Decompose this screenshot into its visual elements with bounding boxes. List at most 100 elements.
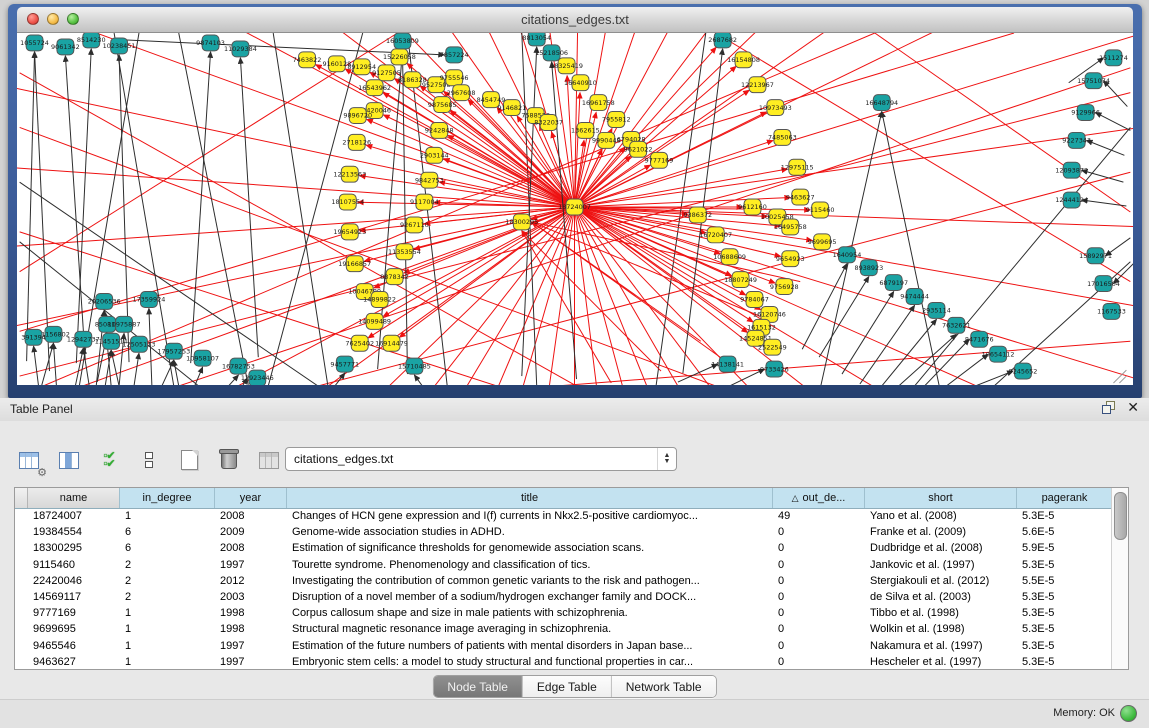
column-header-pagerank[interactable]: pagerank (1017, 488, 1113, 508)
cell-in_degree[interactable]: 2 (125, 573, 212, 589)
cell-short[interactable]: Franke et al. (2009) (870, 524, 1014, 540)
table-row[interactable]: 977716911998Corpus callosum shape and si… (15, 605, 1112, 621)
column-header-name[interactable]: name (28, 488, 120, 508)
graph-node-teal[interactable]: 15710485 (398, 358, 431, 374)
citation-edge-black[interactable] (42, 343, 54, 385)
graph-node-yellow[interactable]: 9463627 (786, 189, 815, 205)
cell-year[interactable]: 2008 (220, 508, 284, 524)
graph-node-yellow[interactable]: 19654923 (333, 224, 366, 240)
citation-edge-red[interactable] (575, 33, 1076, 207)
citation-edge-black[interactable] (34, 346, 39, 385)
cell-out_de...[interactable]: 49 (778, 508, 862, 524)
column-header-title[interactable]: title (287, 488, 773, 508)
cell-name[interactable]: 14569117 (33, 589, 117, 605)
cell-name[interactable]: 9699695 (33, 621, 117, 637)
graph-node-teal[interactable]: 15751074 (1077, 73, 1110, 89)
cell-out_de...[interactable]: 0 (778, 638, 862, 654)
graph-node-teal[interactable]: 8813054 (522, 33, 551, 46)
table-row[interactable]: 2242004622012Investigating the contribut… (15, 573, 1112, 589)
column-header-in_degree[interactable]: in_degree (120, 488, 215, 508)
citation-edge-red[interactable] (875, 33, 1131, 212)
cell-title[interactable]: Tourette syndrome. Phenomenology and cla… (292, 557, 770, 573)
citation-edge-black[interactable] (414, 375, 422, 385)
cell-short[interactable]: Jankovic et al. (1997) (870, 557, 1014, 573)
citation-edge-black[interactable] (228, 375, 238, 385)
graph-node-yellow[interactable]: 9699695 (808, 234, 837, 250)
cell-short[interactable]: Dudbridge et al. (2008) (870, 540, 1014, 556)
cell-name[interactable]: 19384554 (33, 524, 117, 540)
cell-out_de...[interactable]: 0 (778, 621, 862, 637)
table-row[interactable]: 946554611997Estimation of the future num… (15, 638, 1112, 654)
graph-node-teal[interactable]: 16648794 (865, 95, 898, 111)
cell-title[interactable]: Embryonic stem cells: a model to study s… (292, 654, 770, 669)
float-panel-icon[interactable] (1102, 401, 1115, 414)
cell-title[interactable]: Investigating the contribution of common… (292, 573, 770, 589)
citation-edge-black[interactable] (975, 371, 1013, 385)
cell-short[interactable]: Hescheler et al. (1997) (870, 654, 1014, 669)
tab-edge-table[interactable]: Edge Table (523, 676, 612, 697)
graph-node-teal[interactable]: 6879197 (879, 275, 908, 291)
citation-edge-black[interactable] (882, 319, 937, 385)
canvas-resize-grip[interactable] (1119, 376, 1126, 383)
graph-node-teal[interactable]: 16053809 (386, 33, 419, 49)
citation-edge-black[interactable] (35, 52, 50, 371)
graph-node-yellow[interactable]: 16640910 (564, 75, 597, 91)
graph-node-teal[interactable]: 9733426 (760, 361, 789, 377)
show-columns-icon[interactable] (54, 445, 84, 475)
cell-out_de...[interactable]: 0 (778, 524, 862, 540)
column-header-out_de...[interactable]: △out_de... (773, 488, 865, 508)
graph-node-teal[interactable]: 15892971 (1079, 248, 1112, 264)
delete-rows-icon[interactable] (214, 445, 244, 475)
cell-title[interactable]: Estimation of the future numbers of pati… (292, 638, 770, 654)
cell-year[interactable]: 1998 (220, 621, 284, 637)
graph-node-teal[interactable]: 1167533 (1097, 303, 1126, 319)
cell-out_de...[interactable]: 0 (778, 654, 862, 669)
cell-in_degree[interactable]: 1 (125, 605, 212, 621)
cell-year[interactable]: 1998 (220, 605, 284, 621)
cell-short[interactable]: Stergiakouli et al. (2012) (870, 573, 1014, 589)
table-row[interactable]: 1830029562008Estimation of significance … (15, 540, 1112, 556)
graph-node-teal[interactable]: 9245652 (1009, 363, 1038, 379)
citation-edge-red[interactable] (575, 207, 660, 385)
cell-short[interactable]: de Silva et al. (2003) (870, 589, 1014, 605)
citation-edge-black[interactable] (195, 367, 203, 385)
graph-node-yellow[interactable]: 18300295 (505, 214, 538, 230)
table-settings-icon[interactable]: ⚙ (14, 445, 44, 475)
cell-pagerank[interactable]: 5.3E-5 (1022, 557, 1110, 573)
graph-node-teal[interactable]: 8938923 (854, 260, 883, 276)
graph-node-teal[interactable]: 7632621 (942, 317, 971, 333)
graph-node-yellow[interactable]: 7485063 (768, 129, 797, 145)
cell-year[interactable]: 1997 (220, 638, 284, 654)
cell-in_degree[interactable]: 6 (125, 540, 212, 556)
citation-edge-black[interactable] (1082, 200, 1127, 206)
graph-node-yellow[interactable]: 9842753 (415, 172, 444, 188)
graph-node-teal[interactable]: 9874103 (196, 35, 225, 51)
table-row[interactable]: 969969511998Structural magnetic resonanc… (15, 621, 1112, 637)
citation-edge-red[interactable] (557, 341, 1131, 385)
cell-out_de...[interactable]: 0 (778, 573, 862, 589)
graph-node-yellow[interactable]: 16720407 (699, 227, 732, 243)
graph-node-teal[interactable]: 17016504 (1087, 276, 1120, 292)
graph-node-yellow[interactable]: 9756928 (770, 279, 799, 295)
graph-node-yellow[interactable]: 7625402 (345, 335, 374, 351)
cell-pagerank[interactable]: 5.3E-5 (1022, 654, 1110, 669)
cell-year[interactable]: 1997 (220, 557, 284, 573)
new-table-icon[interactable] (174, 445, 204, 475)
cell-title[interactable]: Structural magnetic resonance image aver… (292, 621, 770, 637)
cell-pagerank[interactable]: 5.9E-5 (1022, 540, 1110, 556)
graph-node-teal[interactable]: 1055724 (20, 35, 49, 51)
column-header-year[interactable]: year (215, 488, 287, 508)
table-row[interactable]: 1938455462009Genome-wide association stu… (15, 524, 1112, 540)
select-rows-icon[interactable]: ▫✔▫✔ (94, 445, 124, 475)
table-row[interactable]: 1872400712008Changes of HCN gene express… (15, 508, 1112, 524)
table-row[interactable]: 946362711997Embryonic stem cells: a mode… (15, 654, 1112, 669)
cell-pagerank[interactable]: 5.3E-5 (1022, 638, 1110, 654)
graph-node-teal[interactable]: 14138141 (711, 356, 744, 372)
citation-edge-red[interactable] (414, 207, 574, 249)
zoom-window-button[interactable] (67, 13, 79, 25)
tab-node-table[interactable]: Node Table (433, 676, 523, 697)
cell-name[interactable]: 18724007 (33, 508, 117, 524)
citation-edge-black[interactable] (134, 353, 139, 385)
graph-node-teal[interactable]: 12093872 (1055, 162, 1088, 178)
cell-year[interactable]: 2008 (220, 540, 284, 556)
